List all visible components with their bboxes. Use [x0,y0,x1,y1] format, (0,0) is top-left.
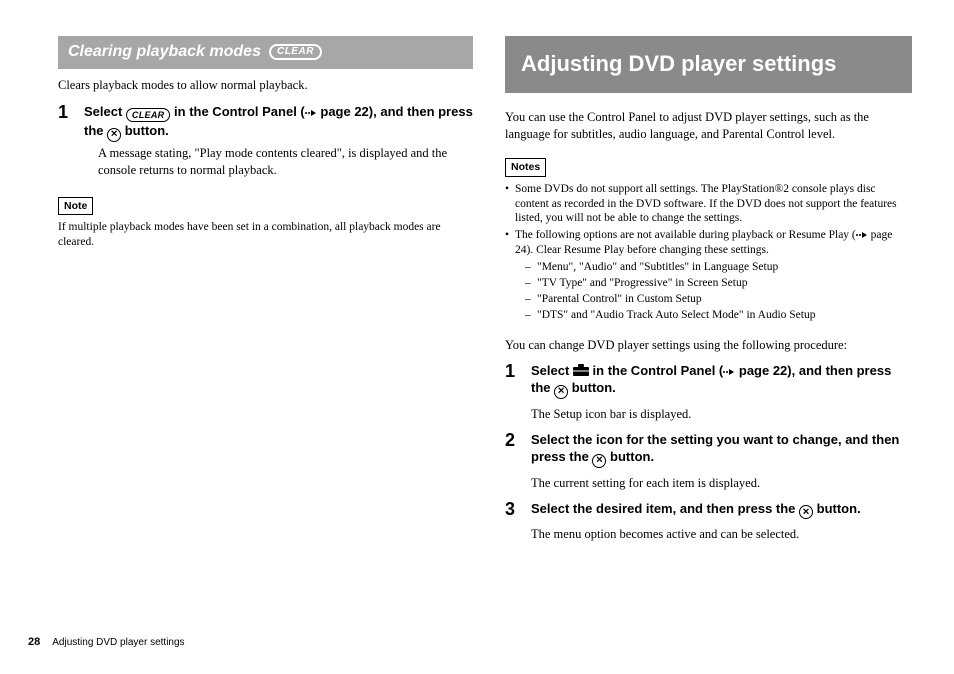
step-description: The menu option becomes active and can b… [531,526,912,543]
step-number: 2 [505,431,523,471]
step-description: The current setting for each item is dis… [531,475,912,492]
main-heading: Adjusting DVD player settings [505,36,912,93]
page-number: 28 [28,635,40,650]
note-subitem: "TV Type" and "Progressive" in Screen Se… [525,276,912,291]
step-description: The Setup icon bar is displayed. [531,406,912,423]
left-step-1: 1 Select CLEAR in the Control Panel ( pa… [58,103,473,184]
page-columns: Clearing playback modes CLEAR Clears pla… [0,0,954,549]
notes-label: Notes [505,158,546,176]
procedure-intro: You can change DVD player settings using… [505,337,912,354]
toolbox-icon [573,364,589,376]
x-button-icon [799,505,813,519]
step-number: 1 [505,362,523,402]
note-item: Some DVDs do not support all settings. T… [505,182,912,227]
clear-icon: CLEAR [126,108,171,122]
step-number: 3 [505,500,523,523]
page-footer: 28 Adjusting DVD player settings [28,635,185,650]
arrow-ref-icon [856,231,868,239]
step-title: Select the icon for the setting you want… [531,431,912,468]
notes-list: Some DVDs do not support all settings. T… [505,182,912,323]
x-button-icon [107,128,121,142]
footer-section: Adjusting DVD player settings [52,636,184,650]
note-item: The following options are not available … [505,228,912,323]
step-number: 1 [58,103,76,184]
right-step-3: 3 Select the desired item, and then pres… [505,500,912,523]
note-subitem: "DTS" and "Audio Track Auto Select Mode"… [525,308,912,323]
note-subitem: "Parental Control" in Custom Setup [525,292,912,307]
step-title: Select the desired item, and then press … [531,500,912,520]
clear-icon: CLEAR [269,44,322,60]
step-description: A message stating, "Play mode contents c… [98,145,473,179]
right-intro: You can use the Control Panel to adjust … [505,109,912,143]
note-label: Note [58,197,93,215]
left-intro: Clears playback modes to allow normal pl… [58,77,473,94]
right-column: Adjusting DVD player settings You can us… [505,36,912,549]
subheading-text: Clearing playback modes [68,41,261,63]
step-title: Select CLEAR in the Control Panel ( page… [84,103,473,142]
note-text: If multiple playback modes have been set… [58,220,473,250]
right-step-1: 1 Select in the Control Panel ( page 22)… [505,362,912,402]
arrow-ref-icon [305,109,317,117]
notes-sublist: "Menu", "Audio" and "Subtitles" in Langu… [515,260,912,323]
arrow-ref-icon [723,368,735,376]
left-column: Clearing playback modes CLEAR Clears pla… [58,36,473,549]
subheading-clearing-playback: Clearing playback modes CLEAR [58,36,473,69]
x-button-icon [592,454,606,468]
note-subitem: "Menu", "Audio" and "Subtitles" in Langu… [525,260,912,275]
x-button-icon [554,385,568,399]
right-step-2: 2 Select the icon for the setting you wa… [505,431,912,471]
step-title: Select in the Control Panel ( page 22), … [531,362,912,399]
